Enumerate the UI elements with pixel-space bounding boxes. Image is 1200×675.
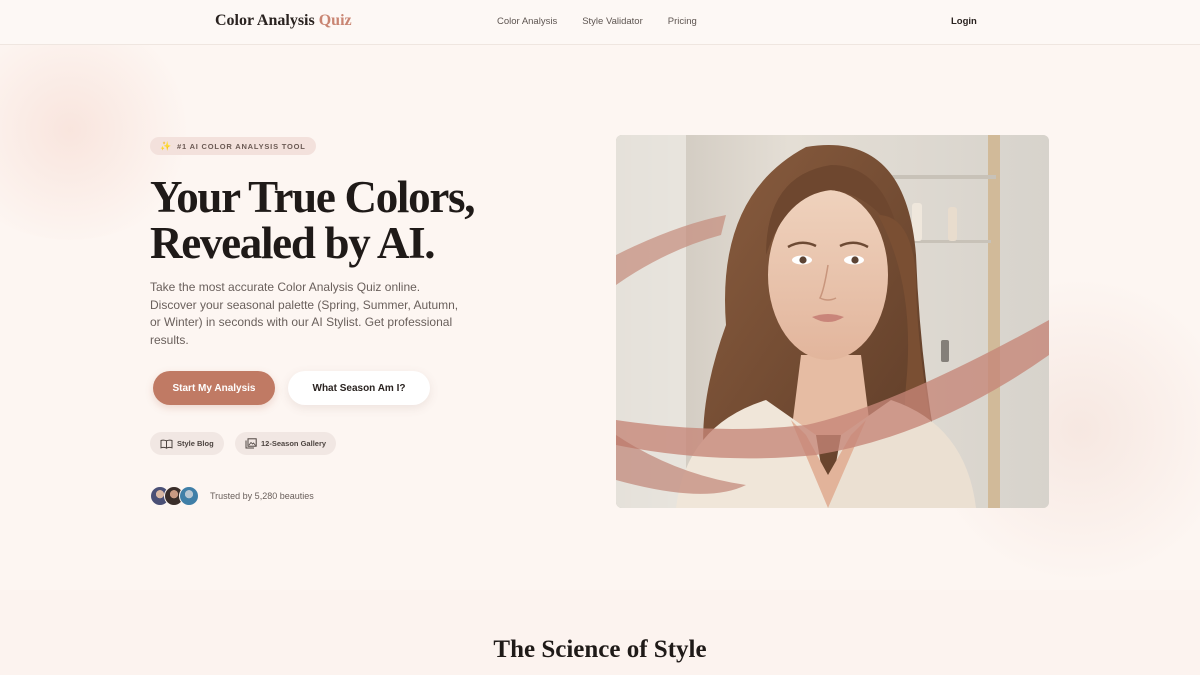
gallery-icon [245, 438, 257, 449]
season-gallery-label: 12-Season Gallery [261, 439, 327, 448]
hero-tag-badge: ✨ #1 AI COLOR ANALYSIS TOOL [150, 137, 316, 155]
hero-title: Your True Colors, Revealed by AI. [150, 174, 570, 266]
section-title: The Science of Style [493, 636, 707, 663]
hero-title-line-2: Revealed by AI. [150, 218, 436, 268]
brand-accent: Quiz [318, 12, 352, 29]
trusted-count-text: Trusted by 5,280 beauties [210, 491, 314, 501]
hero-description: Take the most accurate Color Analysis Qu… [150, 280, 459, 347]
what-season-button[interactable]: What Season Am I? [288, 371, 430, 405]
top-navigation: Color Analysis Quiz Color Analysis Style… [0, 0, 1200, 45]
brand-name: Color Analysis [215, 12, 315, 29]
brand-logo[interactable]: Color Analysis Quiz [215, 12, 352, 30]
start-analysis-button[interactable]: Start My Analysis [153, 371, 275, 405]
hero-tag-label: #1 AI COLOR ANALYSIS TOOL [177, 141, 306, 151]
nav-link-color-analysis[interactable]: Color Analysis [497, 16, 557, 27]
book-icon [160, 439, 173, 449]
avatar [179, 486, 199, 506]
nav-link-style-validator[interactable]: Style Validator [582, 16, 643, 27]
hero-portrait-image [616, 135, 1049, 508]
nav-links: Color Analysis Style Validator Pricing [497, 16, 697, 27]
login-link[interactable]: Login [951, 16, 977, 27]
hero-title-line-1: Your True Colors, [150, 172, 475, 222]
avatar-stack [150, 486, 202, 506]
nav-link-pricing[interactable]: Pricing [668, 16, 697, 27]
sparkle-icon: ✨ [160, 140, 173, 151]
season-gallery-chip[interactable]: 12-Season Gallery [235, 432, 337, 455]
style-blog-chip[interactable]: Style Blog [150, 432, 224, 455]
style-blog-label: Style Blog [177, 439, 214, 448]
